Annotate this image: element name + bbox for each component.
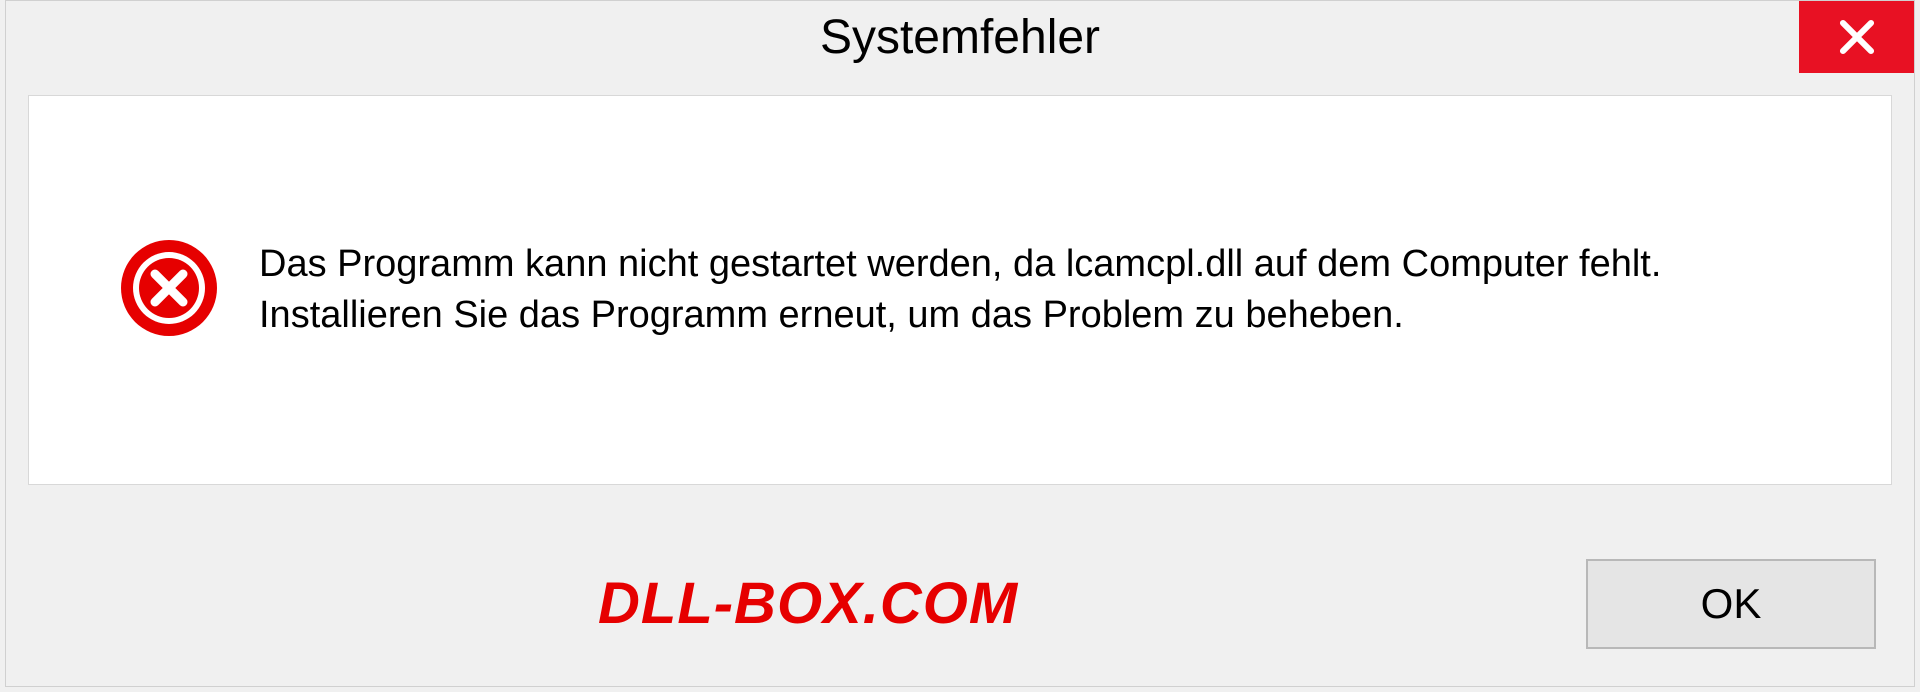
error-message: Das Programm kann nicht gestartet werden… <box>259 239 1759 342</box>
watermark-text: DLL-BOX.COM <box>598 570 1018 637</box>
ok-button[interactable]: OK <box>1586 559 1876 649</box>
dialog-title: Systemfehler <box>820 10 1100 65</box>
title-bar: Systemfehler <box>6 1 1914 73</box>
error-dialog: Systemfehler Das Programm kann nicht ges… <box>5 0 1915 687</box>
error-icon <box>119 238 219 343</box>
close-button[interactable] <box>1799 1 1914 73</box>
content-panel: Das Programm kann nicht gestartet werden… <box>28 95 1892 485</box>
dialog-footer: DLL-BOX.COM OK <box>6 521 1914 686</box>
close-icon <box>1836 16 1878 58</box>
